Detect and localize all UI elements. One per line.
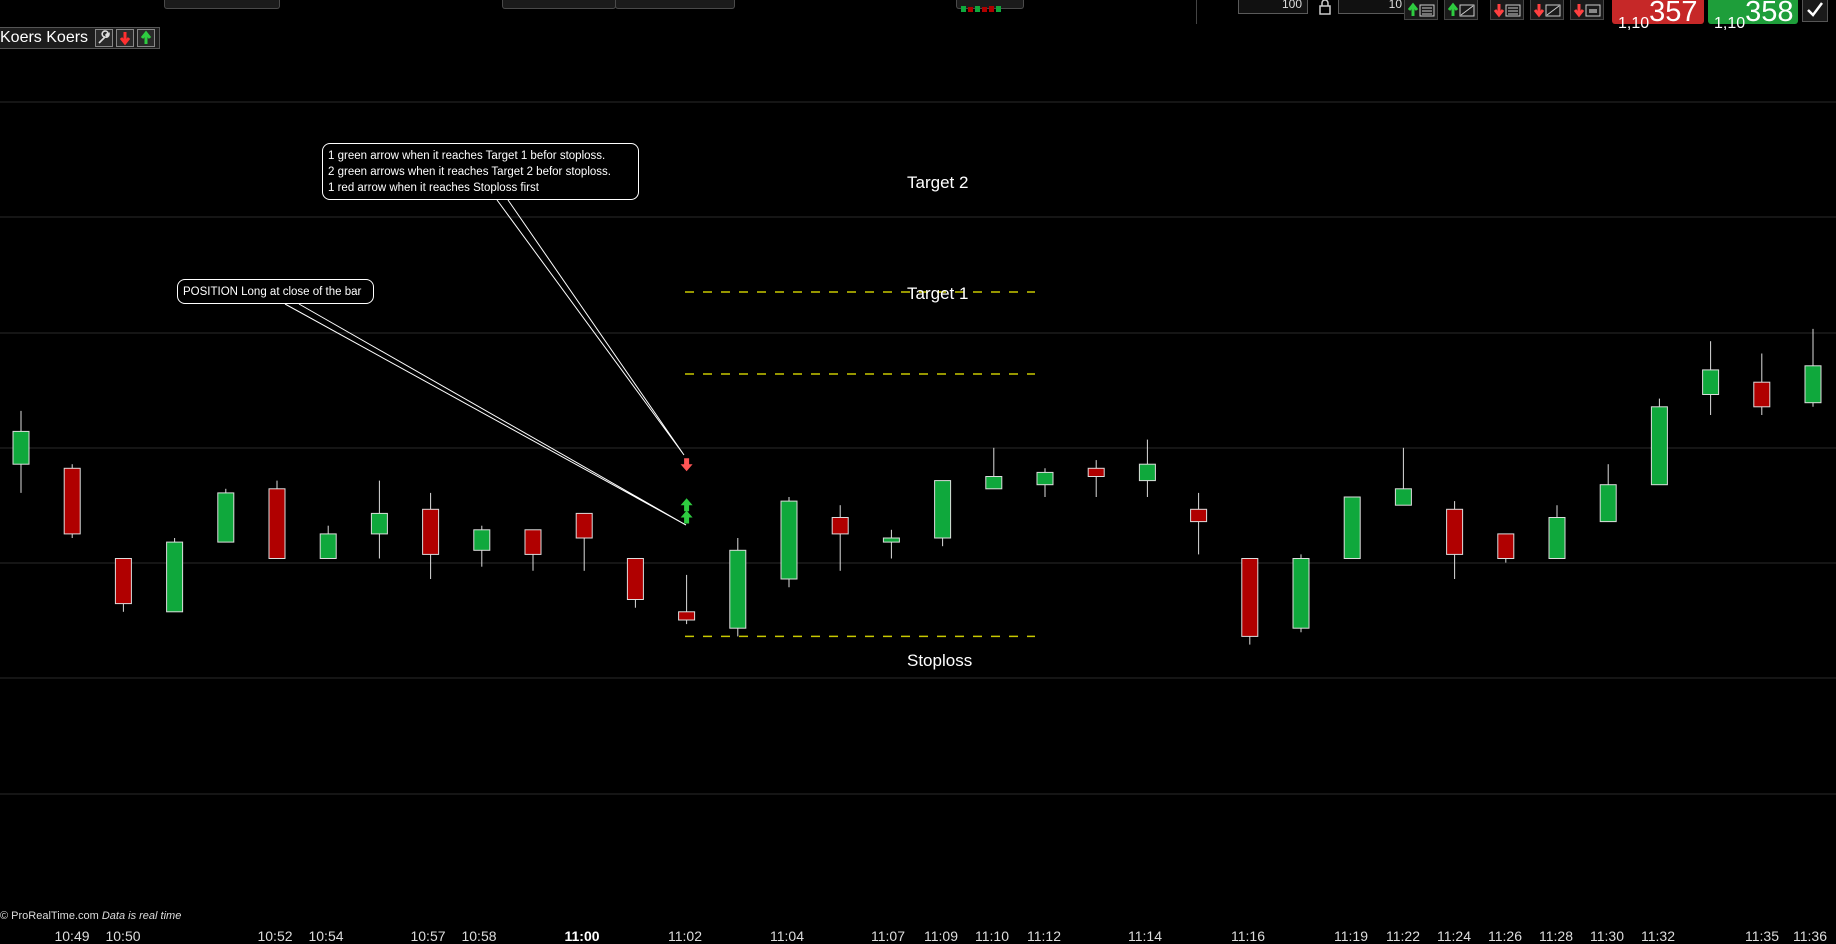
candle-body [882, 537, 900, 543]
candle-body [1548, 517, 1566, 559]
candle-body [1190, 508, 1208, 523]
candle-body [1036, 471, 1054, 486]
candle-body [1702, 369, 1720, 395]
candle-body [1343, 496, 1361, 559]
candle-body [319, 533, 337, 560]
candle [1804, 328, 1822, 407]
candle [114, 558, 132, 612]
candle [12, 410, 30, 493]
sell-order-icon[interactable] [116, 29, 135, 47]
position-note: POSITION Long at close of the bar [177, 279, 374, 304]
candle [1394, 447, 1412, 506]
candle-body [268, 488, 286, 559]
up-arrow-icon [680, 498, 693, 512]
candle [217, 488, 235, 543]
candle-body [934, 480, 952, 539]
candle-body [524, 529, 542, 555]
candle-body [1292, 558, 1310, 629]
position-callout-line [284, 303, 687, 526]
candle-body [1599, 484, 1617, 523]
callout-lines [284, 199, 687, 526]
candle-body [729, 549, 747, 629]
candle-body [678, 611, 696, 621]
candle [1548, 505, 1566, 559]
candle-body [626, 558, 644, 600]
candle-body [1753, 381, 1771, 408]
up-arrow-icon [680, 510, 693, 524]
candle-body [473, 529, 491, 551]
candle [63, 464, 81, 538]
candle [831, 505, 849, 571]
candle-body [1394, 488, 1412, 506]
stoploss-label: Stoploss [907, 651, 973, 670]
candle-body [831, 517, 849, 535]
candle [1702, 341, 1720, 415]
candle [780, 497, 798, 588]
candle [985, 447, 1003, 490]
candle [1753, 353, 1771, 415]
candle [1446, 501, 1464, 579]
candle [575, 512, 593, 571]
signal-arrows [680, 458, 693, 524]
candle [626, 558, 644, 608]
arrows-note-line-2: 2 green arrows when it reaches Target 2 … [328, 166, 611, 178]
candle [524, 529, 542, 571]
candle [1343, 496, 1361, 559]
candle-body [217, 492, 235, 543]
footer-status: Data is real time [101, 910, 182, 922]
candle-body [780, 500, 798, 580]
chart-title-bar: Koers Koers [0, 27, 161, 49]
candle [1190, 492, 1208, 555]
candle-body [12, 430, 30, 465]
candles [12, 328, 1822, 645]
candle-body [166, 541, 184, 613]
candle [1292, 554, 1310, 633]
candle [882, 529, 900, 559]
footer-source: © ProRealTime.com [0, 910, 99, 922]
grid-lines [0, 101, 1836, 795]
chart-title: Koers Koers [0, 29, 89, 46]
candle [1497, 533, 1515, 563]
candle-body [1804, 365, 1822, 404]
candle-body [985, 476, 1003, 490]
target1-label: Target 1 [907, 284, 969, 303]
candle-body [422, 508, 440, 555]
candle-body [1241, 558, 1259, 637]
buy-order-icon[interactable] [137, 29, 156, 47]
candle [166, 538, 184, 613]
candle [1650, 398, 1668, 486]
candle [268, 480, 286, 559]
wrench-icon[interactable] [95, 29, 114, 47]
candle-body [370, 512, 388, 535]
candle-body [1087, 467, 1105, 477]
candle [422, 492, 440, 579]
candle-body [1497, 533, 1515, 560]
candle [1036, 468, 1054, 497]
candle-body [1138, 463, 1156, 482]
candle [729, 538, 747, 637]
candle-body [63, 467, 81, 535]
candlestick-chart[interactable] [0, 0, 1836, 942]
target2-label: Target 2 [907, 173, 969, 192]
candle-body [1446, 508, 1464, 555]
arrows-callout-line [496, 199, 685, 456]
arrows-note-line-1: 1 green arrow when it reaches Target 1 b… [328, 150, 606, 162]
candle-body [575, 512, 593, 539]
candle [1087, 460, 1105, 497]
candle [1241, 558, 1259, 645]
candle [319, 525, 337, 560]
candle [1599, 464, 1617, 523]
candle [370, 480, 388, 559]
candle [934, 480, 952, 547]
arrows-note-line-3: 1 red arrow when it reaches Stoploss fir… [328, 182, 539, 194]
candle-body [1650, 406, 1668, 486]
down-arrow-icon [680, 458, 693, 472]
arrows-note: 1 green arrow when it reaches Target 1 b… [322, 143, 639, 200]
candle [473, 525, 491, 567]
candle [678, 574, 696, 625]
candle-body [114, 558, 132, 605]
footer-note: © ProRealTime.com Data is real time [0, 910, 181, 922]
